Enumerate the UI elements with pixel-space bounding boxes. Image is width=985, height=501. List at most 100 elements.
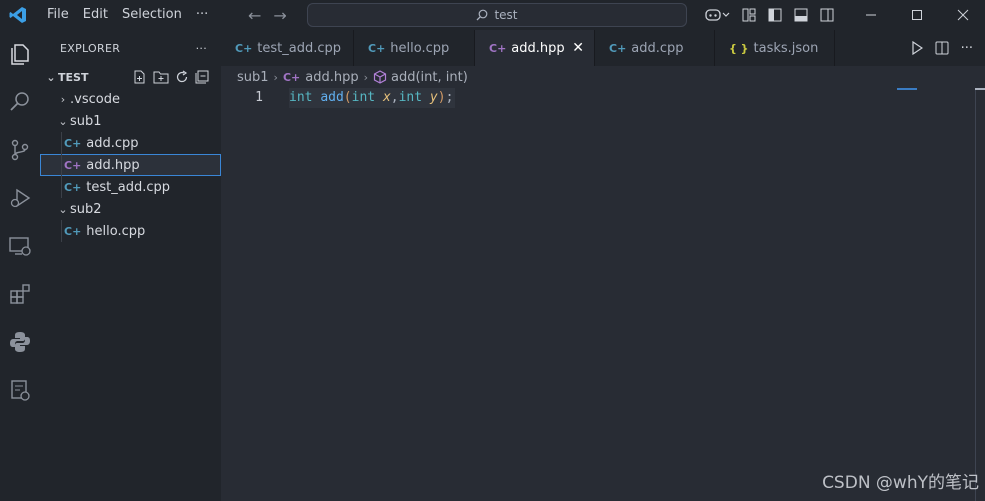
- code-line[interactable]: int add(int x,int y);: [289, 88, 456, 108]
- editor-actions: ···: [910, 30, 985, 66]
- hpp-file-icon: C+: [64, 158, 82, 172]
- cpp-file-icon: C+: [64, 224, 82, 238]
- close-window-icon[interactable]: [940, 0, 985, 30]
- menu-file[interactable]: File: [40, 0, 76, 30]
- cpp-file-icon: C+: [609, 41, 627, 55]
- folder-header[interactable]: ⌄ TEST: [40, 66, 221, 88]
- tree-item-sub2[interactable]: ⌄ sub2: [40, 198, 221, 220]
- new-folder-icon[interactable]: [153, 70, 169, 84]
- toggle-secondary-sidebar-icon[interactable]: [814, 0, 840, 30]
- maximize-icon[interactable]: [894, 0, 940, 30]
- remote-explorer-icon[interactable]: [0, 222, 40, 270]
- explorer-icon[interactable]: [0, 30, 40, 78]
- breadcrumb-folder[interactable]: sub1: [237, 70, 269, 85]
- tree-item-label: test_add.cpp: [86, 179, 171, 195]
- tab-label: add.cpp: [631, 40, 684, 56]
- back-arrow-icon[interactable]: ←: [248, 6, 261, 25]
- copilot-icon[interactable]: [700, 0, 736, 30]
- tree-item-add-cpp[interactable]: C+ add.cpp: [40, 132, 221, 154]
- testing-icon[interactable]: [0, 366, 40, 414]
- indent-guide: [61, 176, 62, 198]
- scrollbar-marker: [975, 88, 985, 90]
- cpp-file-icon: C+: [235, 41, 253, 55]
- explorer-title: EXPLORER: [60, 41, 121, 55]
- line-number: 1: [255, 90, 263, 105]
- tree-item-label: sub2: [70, 201, 102, 217]
- tab-test-add-cpp[interactable]: C+ test_add.cpp: [221, 30, 354, 66]
- forward-arrow-icon[interactable]: →: [273, 6, 286, 25]
- chevron-down-icon: ⌄: [58, 114, 68, 128]
- run-debug-icon[interactable]: [0, 174, 40, 222]
- tab-add-cpp[interactable]: C+ add.cpp: [595, 30, 715, 66]
- collapse-all-icon[interactable]: [195, 70, 209, 84]
- method-symbol-icon: [373, 70, 387, 84]
- extensions-icon[interactable]: [0, 270, 40, 318]
- scrollbar[interactable]: [975, 88, 985, 501]
- explorer-more-icon[interactable]: ···: [196, 42, 207, 55]
- toggle-panel-icon[interactable]: [788, 0, 814, 30]
- tree-item-label: hello.cpp: [86, 223, 146, 239]
- tree-item-test-add-cpp[interactable]: C+ test_add.cpp: [40, 176, 221, 198]
- breadcrumb: sub1 › C+ add.hpp › add(int, int): [221, 66, 468, 88]
- watermark: CSDN @whY的笔记: [822, 473, 979, 493]
- indent-guide: [61, 132, 62, 154]
- chevron-down-icon: ⌄: [58, 202, 68, 216]
- search-icon: [477, 9, 488, 21]
- code-editor[interactable]: 1 int add(int x,int y);: [221, 88, 985, 501]
- refresh-icon[interactable]: [175, 70, 189, 84]
- tab-label: tasks.json: [753, 40, 819, 56]
- tree-item-vscode[interactable]: › .vscode: [40, 88, 221, 110]
- tab-tasks-json[interactable]: { } tasks.json: [715, 30, 835, 66]
- tree-item-label: .vscode: [70, 91, 120, 107]
- command-center-search[interactable]: test: [307, 3, 687, 27]
- python-icon[interactable]: [0, 318, 40, 366]
- chevron-right-icon: ›: [363, 70, 369, 84]
- folder-name: TEST: [58, 70, 89, 84]
- menu-edit[interactable]: Edit: [76, 0, 115, 30]
- indent-guide: [61, 220, 62, 242]
- tree-item-add-hpp[interactable]: C+ add.hpp: [40, 154, 221, 176]
- menu-selection[interactable]: Selection: [115, 0, 189, 30]
- token-semicolon: ;: [445, 90, 454, 105]
- json-file-icon: { }: [729, 41, 749, 55]
- token-keyword: int: [289, 90, 313, 105]
- tab-hello-cpp[interactable]: C+ hello.cpp: [354, 30, 475, 66]
- close-tab-icon[interactable]: ✕: [572, 40, 584, 56]
- token-comma: ,: [390, 90, 399, 105]
- token-function: add: [320, 90, 344, 105]
- tree-item-hello-cpp[interactable]: C+ hello.cpp: [40, 220, 221, 242]
- menu-more[interactable]: ···: [189, 0, 215, 30]
- editor-more-icon[interactable]: ···: [961, 41, 973, 56]
- vscode-logo-icon: [6, 3, 30, 27]
- tree-item-label: sub1: [70, 113, 102, 129]
- indent-guide: [61, 154, 62, 176]
- minimap[interactable]: [897, 88, 917, 90]
- search-text: test: [494, 8, 518, 22]
- hpp-file-icon: C+: [489, 41, 507, 55]
- breadcrumb-symbol[interactable]: add(int, int): [391, 70, 468, 85]
- run-file-icon[interactable]: [911, 41, 923, 55]
- tree-item-label: add.cpp: [86, 135, 139, 151]
- token-param: x: [382, 90, 391, 105]
- chevron-right-icon: ›: [273, 70, 278, 84]
- tab-label: add.hpp: [511, 40, 565, 56]
- split-editor-icon[interactable]: [935, 41, 949, 55]
- cpp-file-icon: C+: [64, 136, 82, 150]
- toggle-primary-sidebar-icon[interactable]: [762, 0, 788, 30]
- customize-layout-icon[interactable]: [736, 0, 762, 30]
- search-view-icon[interactable]: [0, 78, 40, 126]
- tab-add-hpp[interactable]: C+ add.hpp ✕: [475, 30, 595, 66]
- breadcrumb-file[interactable]: add.hpp: [305, 70, 358, 85]
- token-keyword: int: [398, 90, 423, 105]
- activity-bar: [0, 30, 40, 501]
- hpp-file-icon: C+: [282, 70, 301, 84]
- source-control-icon[interactable]: [0, 126, 40, 174]
- new-file-icon[interactable]: [133, 70, 147, 84]
- tree-item-label: add.hpp: [86, 157, 140, 173]
- token-paren: ): [437, 90, 446, 105]
- tab-label: test_add.cpp: [257, 40, 342, 56]
- minimize-icon[interactable]: [848, 0, 894, 30]
- token-param: y: [429, 90, 438, 105]
- chevron-down-icon: ⌄: [46, 70, 56, 84]
- tree-item-sub1[interactable]: ⌄ sub1: [40, 110, 221, 132]
